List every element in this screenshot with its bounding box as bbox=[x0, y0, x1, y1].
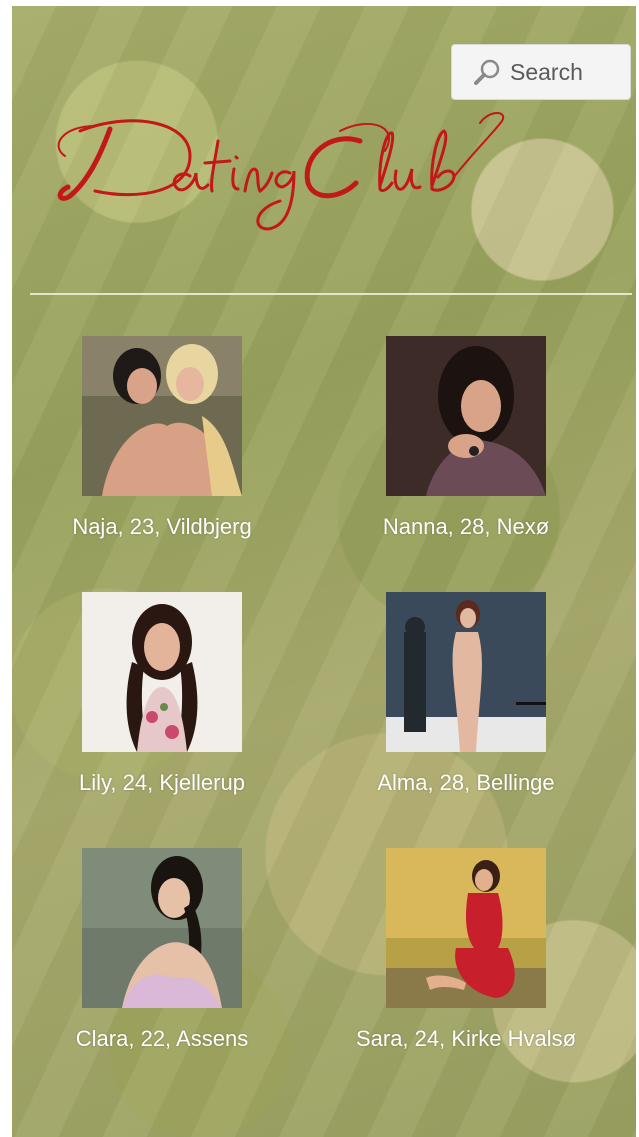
profile-photo[interactable] bbox=[386, 592, 546, 752]
page-background: Naja, 23, Vildbjerg Nanna, 28, Nexø bbox=[12, 6, 636, 1137]
search-input[interactable] bbox=[510, 58, 620, 86]
profile-caption[interactable]: Nanna, 28, Nexø bbox=[336, 511, 596, 543]
profile-card[interactable]: Alma, 28, Bellinge bbox=[336, 592, 596, 799]
profile-card[interactable]: Naja, 23, Vildbjerg bbox=[32, 336, 292, 543]
search-box[interactable] bbox=[451, 44, 631, 100]
profile-card[interactable]: Sara, 24, Kirke Hvalsø bbox=[336, 848, 596, 1055]
profile-photo[interactable] bbox=[386, 336, 546, 496]
profile-photo[interactable] bbox=[386, 848, 546, 1008]
profile-card[interactable]: Clara, 22, Assens bbox=[32, 848, 292, 1055]
profile-caption[interactable]: Naja, 23, Vildbjerg bbox=[32, 511, 292, 543]
search-icon bbox=[472, 57, 502, 87]
profile-photo[interactable] bbox=[82, 592, 242, 752]
header-divider bbox=[30, 293, 632, 295]
profile-card[interactable]: Lily, 24, Kjellerup bbox=[32, 592, 292, 799]
profile-caption[interactable]: Alma, 28, Bellinge bbox=[336, 767, 596, 799]
profile-photo[interactable] bbox=[82, 336, 242, 496]
profile-card[interactable]: Nanna, 28, Nexø bbox=[336, 336, 596, 543]
dating-club-logo[interactable] bbox=[40, 101, 510, 251]
profile-caption[interactable]: Clara, 22, Assens bbox=[32, 1023, 292, 1055]
profile-caption[interactable]: Lily, 24, Kjellerup bbox=[32, 767, 292, 799]
profile-photo[interactable] bbox=[82, 848, 242, 1008]
profile-caption[interactable]: Sara, 24, Kirke Hvalsø bbox=[336, 1023, 596, 1055]
